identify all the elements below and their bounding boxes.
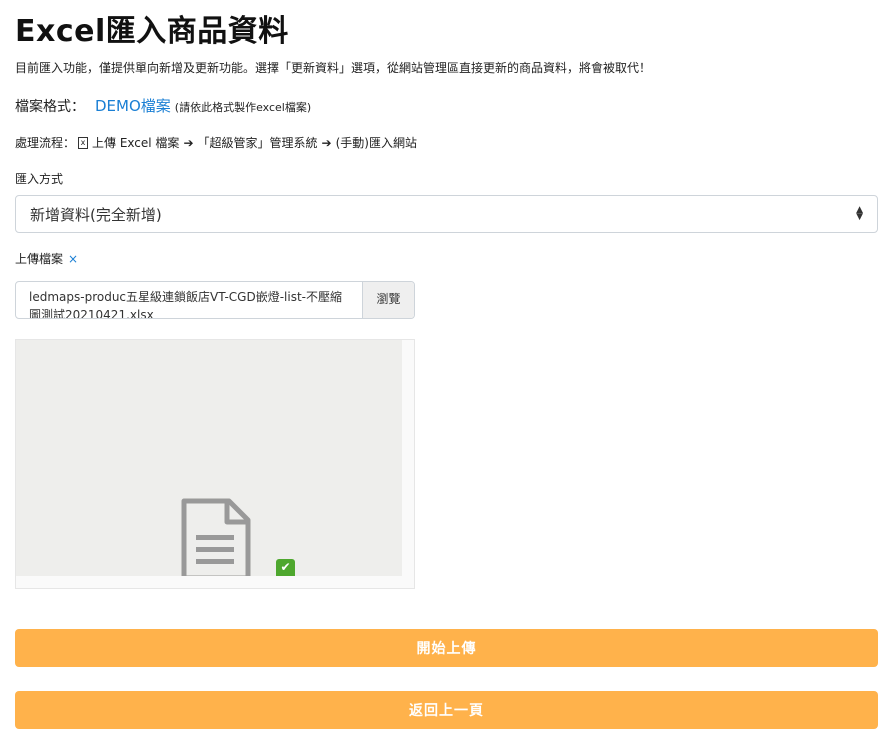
process-step-upload: 上傳 Excel 檔案: [92, 136, 180, 150]
document-icon: [181, 498, 251, 576]
upload-file-label-row: 上傳檔案 ×: [15, 250, 78, 267]
process-step-system: 「超級管家」管理系統: [197, 136, 318, 150]
file-format-row: 檔案格式： DEMO檔案 (請依此格式製作excel檔案): [15, 95, 311, 116]
file-format-note: (請依此格式製作excel檔案): [174, 101, 312, 114]
arrow-right-icon: ➔: [183, 135, 194, 150]
select-caret-icon: ▲ ▼: [856, 205, 863, 222]
demo-file-link[interactable]: DEMO檔案: [95, 95, 171, 116]
start-upload-button[interactable]: 開始上傳: [15, 629, 878, 667]
clear-file-icon[interactable]: ×: [68, 252, 78, 266]
browse-button[interactable]: 瀏覽: [362, 282, 414, 318]
file-preview-thumbnail: ✔: [16, 340, 402, 576]
arrow-right-icon: ➔: [321, 135, 332, 150]
import-method-select[interactable]: 新增資料(完全新增) ▲ ▼: [15, 195, 878, 233]
file-input[interactable]: ledmaps-produc五星級連鎖飯店VT-CGD嵌燈-list-不壓縮圖測…: [15, 281, 415, 319]
back-button[interactable]: 返回上一頁: [15, 691, 878, 729]
import-method-selected-value: 新增資料(完全新增): [30, 205, 162, 224]
file-format-label: 檔案格式：: [15, 99, 85, 115]
file-preview: ✔: [15, 339, 415, 589]
process-flow-label: 處理流程：: [15, 136, 76, 150]
file-excel-icon: x: [78, 136, 89, 149]
import-method-label: 匯入方式: [15, 172, 64, 186]
file-input-value: ledmaps-produc五星級連鎖飯店VT-CGD嵌燈-list-不壓縮圖測…: [29, 290, 342, 318]
process-step-import: (手動)匯入網站: [335, 136, 417, 150]
process-flow: 處理流程： x 上傳 Excel 檔案 ➔ 「超級管家」管理系統 ➔ (手動)匯…: [15, 134, 417, 151]
page-title: Excel匯入商品資料: [15, 14, 289, 49]
upload-file-label: 上傳檔案: [15, 252, 64, 266]
page-description: 目前匯入功能，僅提供單向新增及更新功能。選擇「更新資料」選項，從網站管理區直接更…: [15, 61, 652, 75]
check-icon: ✔: [276, 559, 295, 576]
